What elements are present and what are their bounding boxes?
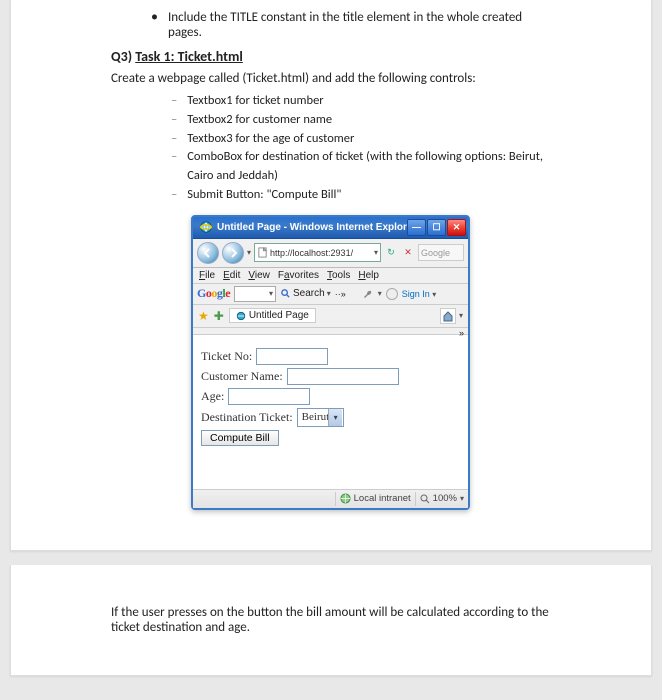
- chevron-down-icon[interactable]: ▾: [378, 289, 382, 298]
- menu-edit[interactable]: Edit: [223, 270, 240, 281]
- bullet-item: • Include the TITLE constant in the titl…: [111, 10, 551, 40]
- question-heading: Q3) Task 1: Ticket.html: [111, 48, 551, 65]
- tab-title: Untitled Page: [249, 310, 309, 321]
- browser-tab[interactable]: Untitled Page: [229, 308, 316, 323]
- age-label: Age:: [201, 389, 224, 404]
- search-placeholder: Google: [421, 248, 450, 258]
- nav-toolbar: ▾ http://localhost:2931/ ▾ ↻ ✕ Google: [193, 239, 468, 268]
- ie-window: Untitled Page - Windows Internet Explore…: [191, 215, 470, 510]
- compute-bill-button[interactable]: Compute Bill: [201, 430, 279, 446]
- req-item: ComboBox for destination of ticket (with…: [187, 148, 551, 186]
- ie-page-icon: [236, 311, 246, 321]
- window-title: Untitled Page - Windows Internet Explore…: [217, 222, 407, 233]
- page-icon: [257, 247, 268, 258]
- globe-icon: [340, 493, 351, 504]
- security-zone: Local intranet: [340, 493, 411, 504]
- back-button[interactable]: [197, 242, 219, 264]
- bullet-dot: •: [151, 10, 158, 40]
- destination-select[interactable]: Beirut: [297, 408, 345, 427]
- address-bar[interactable]: http://localhost:2931/ ▾: [254, 243, 381, 262]
- task-title: Task 1: Ticket.html: [135, 48, 243, 65]
- menu-help[interactable]: Help: [358, 270, 379, 281]
- zoom-value: 100%: [433, 493, 457, 504]
- more-chevrons[interactable]: ··»: [335, 289, 346, 299]
- destination-label: Destination Ticket:: [201, 410, 293, 425]
- wrench-icon[interactable]: [362, 288, 374, 300]
- chevron-down-icon[interactable]: ▾: [247, 248, 251, 257]
- age-input[interactable]: [228, 388, 310, 405]
- ticket-label: Ticket No:: [201, 349, 252, 364]
- add-favorite-icon[interactable]: ✚: [214, 309, 224, 323]
- close-button[interactable]: ✕: [447, 219, 466, 236]
- url-text: http://localhost:2931/: [270, 248, 372, 258]
- q-number: Q3): [111, 48, 132, 65]
- menu-bar: File Edit View Favorites Tools Help: [193, 268, 468, 284]
- toolbar-more[interactable]: »: [193, 328, 468, 335]
- document-page-1: • Include the TITLE constant in the titl…: [10, 0, 652, 551]
- document-page-2: If the user presses on the button the bi…: [10, 565, 652, 676]
- menu-tools[interactable]: Tools: [327, 270, 350, 281]
- page2-paragraph: If the user presses on the button the bi…: [111, 605, 551, 635]
- refresh-icon[interactable]: ↻: [384, 246, 398, 260]
- requirements-list: Textbox1 for ticket number Textbox2 for …: [111, 92, 551, 205]
- zoom-icon: [420, 494, 430, 504]
- menu-file[interactable]: File: [199, 270, 215, 281]
- google-toolbar: Google ▾ Search ▾ ··» ▾ Sign In ▾: [193, 284, 468, 305]
- page-content: Ticket No: Customer Name: Age: Destinati…: [193, 335, 468, 489]
- favorites-star-icon[interactable]: ★: [198, 309, 209, 323]
- maximize-button[interactable]: ☐: [427, 219, 446, 236]
- search-label: Search: [293, 288, 325, 299]
- google-search-input[interactable]: ▾: [234, 286, 276, 302]
- zone-label: Local intranet: [354, 493, 411, 504]
- status-bar: Local intranet 100% ▾: [193, 489, 468, 508]
- menu-view[interactable]: View: [248, 270, 270, 281]
- customer-name-input[interactable]: [287, 368, 399, 385]
- ie-icon: [199, 220, 213, 234]
- bullet-text: Include the TITLE constant in the title …: [168, 10, 551, 40]
- chevron-down-icon[interactable]: ▾: [374, 248, 378, 257]
- settings-dot-icon[interactable]: [386, 288, 398, 300]
- customer-label: Customer Name:: [201, 369, 283, 384]
- minimize-button[interactable]: —: [407, 219, 426, 236]
- home-icon[interactable]: [440, 308, 456, 324]
- req-item: Submit Button: "Compute Bill": [187, 186, 341, 205]
- google-logo: Google: [197, 286, 230, 301]
- window-titlebar[interactable]: Untitled Page - Windows Internet Explore…: [193, 217, 468, 239]
- command-bar: ▾: [440, 308, 463, 324]
- zoom-control[interactable]: 100% ▾: [420, 493, 464, 504]
- req-item: Textbox2 for customer name: [187, 111, 332, 130]
- menu-favorites[interactable]: Favorites: [278, 270, 319, 281]
- search-icon: [280, 288, 291, 299]
- req-item: Textbox1 for ticket number: [187, 92, 323, 111]
- google-search-button[interactable]: Search ▾: [280, 288, 331, 299]
- search-provider-box[interactable]: Google: [418, 244, 464, 261]
- signin-link[interactable]: Sign In ▾: [402, 289, 437, 299]
- req-item: Textbox3 for the age of customer: [187, 130, 354, 149]
- chevron-down-icon: ▾: [460, 494, 464, 503]
- window-controls: — ☐ ✕: [407, 219, 466, 236]
- stop-icon[interactable]: ✕: [401, 246, 415, 260]
- chevron-down-icon: ▾: [327, 289, 331, 298]
- forward-button[interactable]: [222, 242, 244, 264]
- favorites-bar: ★ ✚ Untitled Page ▾: [193, 305, 468, 328]
- chevron-down-icon[interactable]: ▾: [459, 311, 463, 320]
- ticket-number-input[interactable]: [256, 348, 328, 365]
- intro-text: Create a webpage called (Ticket.html) an…: [111, 71, 551, 86]
